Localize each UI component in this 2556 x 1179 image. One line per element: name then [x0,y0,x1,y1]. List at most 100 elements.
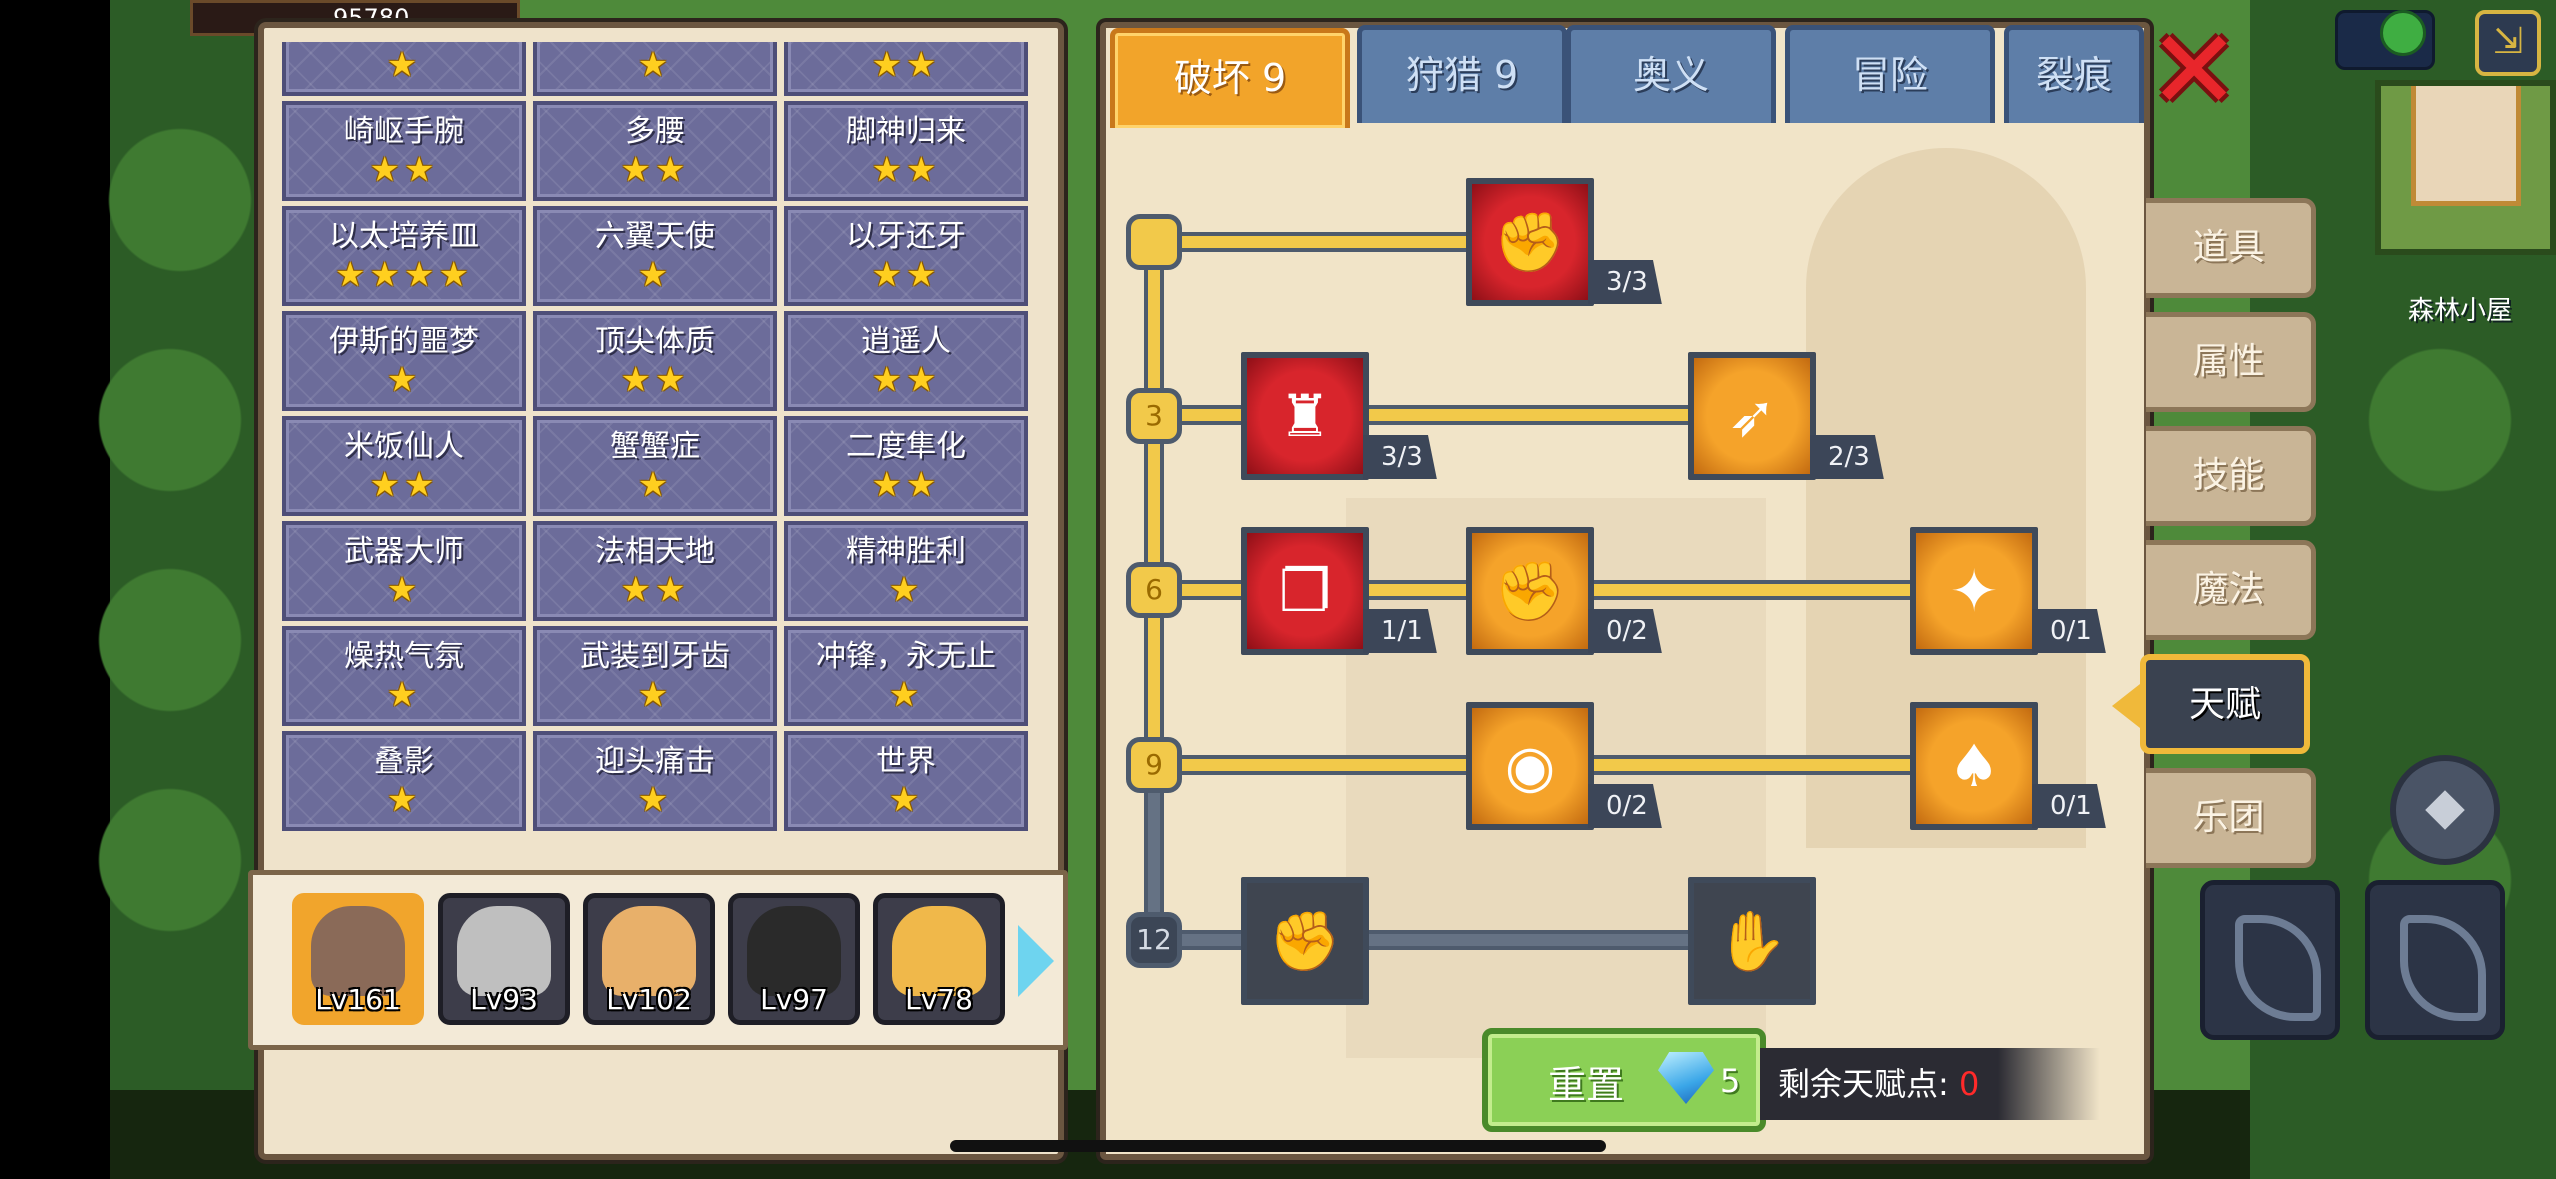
star-rating: ★ [637,45,673,85]
talent-cell[interactable]: 蟹蟹症 ★ [533,416,777,516]
sword-slot[interactable] [2200,880,2340,1040]
talent-name: 以牙还牙 [846,219,966,254]
talent-cell[interactable]: 伊斯的噩梦 ★ [282,311,526,411]
talent-cell[interactable]: 万布式神经网★ [282,42,526,96]
tab-1[interactable]: 狩猎 9 [1357,25,1567,123]
minimap-house[interactable] [2375,80,2556,255]
skill-count: 3/3 [1588,260,1662,304]
skill-count: 0/2 [1588,784,1662,828]
talent-list-scroll[interactable]: 万布式神经网★锁上添花★双瓶★★崎岖手腕★★多腰★★脚神归来★★以太培养皿★★★… [278,42,1030,857]
arm-wrestle-icon[interactable]: ✊ [1466,178,1594,306]
talent-cell[interactable]: 脚神归来 ★★ [784,101,1028,201]
side-tab-2[interactable]: 技能 [2146,426,2316,526]
talent-cell[interactable]: 迎头痛击 ★ [533,731,777,831]
hero-portrait[interactable]: Lv102 [583,893,715,1025]
tier-node-start [1126,214,1182,270]
tier-1-line [1152,232,1472,252]
star-rating: ★ [637,675,673,715]
star-rating: ★ [637,465,673,505]
side-tab-5[interactable]: 乐团 [2146,768,2316,868]
card-draw-icon[interactable]: ❐ [1241,527,1369,655]
talent-name: 武器大师 [344,534,464,569]
skill-count: 0/1 [2032,609,2106,653]
side-tab-4[interactable]: 天赋 [2140,654,2310,754]
talent-cell[interactable]: 精神胜利 ★ [784,521,1028,621]
gem-icon [1658,1052,1714,1104]
talent-name: 六翼天使 [595,219,715,254]
tab-0[interactable]: 破坏 9 [1110,28,1350,128]
talent-cell[interactable]: 崎岖手腕 ★★ [282,101,526,201]
star-rating: ★★ [620,360,690,400]
shockwave-icon[interactable]: ◉ [1466,702,1594,830]
side-tab-1[interactable]: 属性 [2146,312,2316,412]
tier-12-line [1152,930,1722,950]
exit-icon[interactable]: ⇲ [2475,10,2541,76]
talent-cell[interactable]: 以牙还牙 ★★ [784,206,1028,306]
talent-name: 法相天地 [595,534,715,569]
star-rating: ★ [386,570,422,610]
star-rating: ★★ [871,360,941,400]
talent-cell[interactable]: 以太培养皿 ★★★★ [282,206,526,306]
tab-3[interactable]: 冒险 [1785,25,1995,123]
talent-cell[interactable]: 法相天地 ★★ [533,521,777,621]
bow-slot[interactable] [2365,880,2505,1040]
globe-icon[interactable] [2380,10,2426,56]
talent-name: 武装到牙齿 [580,639,730,674]
hero-portrait[interactable]: Lv97 [728,893,860,1025]
talent-cell[interactable]: 锁上添花★ [533,42,777,96]
tab-4[interactable]: 裂痕 [2004,25,2144,123]
compass-icon[interactable] [2390,755,2500,865]
talent-name: 以太培养皿 [329,219,479,254]
tier-3-line [1152,405,1722,425]
star-rating: ★ [888,675,924,715]
blood-slash-icon[interactable]: ✦ [1910,527,2038,655]
talent-name: 冲锋，永无止 [816,639,996,674]
talent-cell[interactable]: 冲锋，永无止 ★ [784,626,1028,726]
muscle-body-icon[interactable]: ♜ [1241,352,1369,480]
star-rating: ★★ [620,150,690,190]
next-hero-arrow-icon[interactable] [1018,925,1054,997]
talent-cell[interactable]: 多腰 ★★ [533,101,777,201]
hero-portrait[interactable]: Lv78 [873,893,1005,1025]
side-tab-0[interactable]: 道具 [2146,198,2316,298]
talent-grid: 万布式神经网★锁上添花★双瓶★★崎岖手腕★★多腰★★脚神归来★★以太培养皿★★★… [282,42,1028,831]
star-rating: ★ [386,45,422,85]
tab-2[interactable]: 奥义 [1566,25,1776,123]
reset-label: 重置 [1548,1063,1625,1107]
reset-button[interactable]: 重置 5 [1482,1028,1766,1132]
talent-name: 叠影 [374,744,434,779]
location-label: 森林小屋 [2407,296,2512,326]
hero-level: Lv102 [606,983,692,1016]
talent-cell[interactable]: 二度隼化 ★★ [784,416,1028,516]
talent-cell[interactable]: 叠影 ★ [282,731,526,831]
talent-cell[interactable]: 米饭仙人 ★★ [282,416,526,516]
star-rating: ★ [888,780,924,820]
star-rating: ★★★★ [335,255,473,295]
talent-name: 逍遥人 [861,324,951,359]
talent-cell[interactable]: 世界 ★ [784,731,1028,831]
bat-drop-icon[interactable]: ♠ [1910,702,2038,830]
talent-name: 世界 [876,744,936,779]
talent-cell[interactable]: 双瓶★★ [784,42,1028,96]
locked-grab-icon[interactable]: ✋ [1688,877,1816,1005]
hero-portrait[interactable]: Lv161 [292,893,424,1025]
talent-cell[interactable]: 燥热气氛 ★ [282,626,526,726]
talent-cell[interactable]: 六翼天使 ★ [533,206,777,306]
talent-cell[interactable]: 武器大师 ★ [282,521,526,621]
side-tab-3[interactable]: 魔法 [2146,540,2316,640]
skill-count: 0/2 [1588,609,1662,653]
talent-name: 蟹蟹症 [610,429,700,464]
talent-cell[interactable]: 顶尖体质 ★★ [533,311,777,411]
locked-fist-icon[interactable]: ✊ [1241,877,1369,1005]
talent-name: 精神胜利 [846,534,966,569]
star-rating: ★★ [620,570,690,610]
active-tab-arrow-icon [2112,684,2140,728]
talent-name: 米饭仙人 [344,429,464,464]
talent-cell[interactable]: 武装到牙齿 ★ [533,626,777,726]
hero-portrait[interactable]: Lv93 [438,893,570,1025]
close-icon[interactable]: ✕ [2148,15,2240,125]
arrow-split-icon[interactable]: ➶ [1688,352,1816,480]
fist-strike-icon[interactable]: ✊ [1466,527,1594,655]
talent-cell[interactable]: 逍遥人 ★★ [784,311,1028,411]
home-indicator[interactable] [950,1140,1606,1152]
